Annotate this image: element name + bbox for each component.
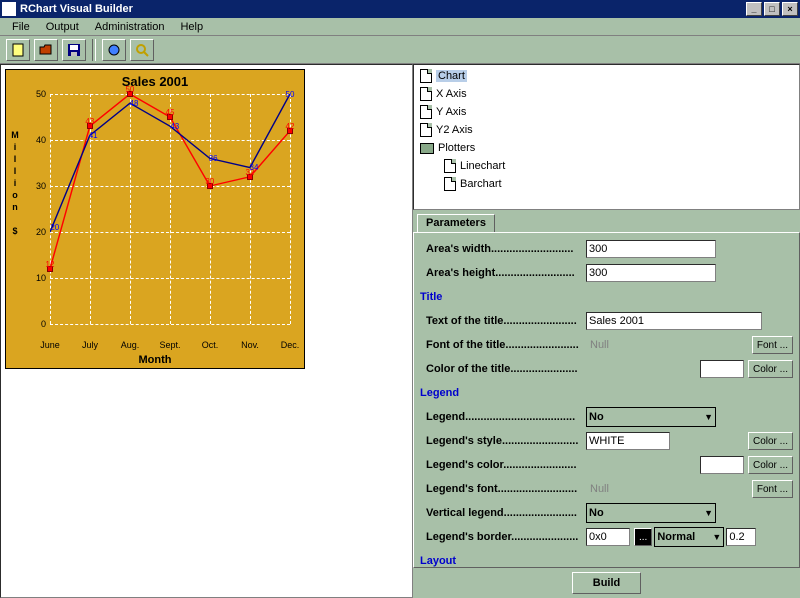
title-color-swatch[interactable]	[700, 360, 744, 378]
x-axis-label: Month	[6, 354, 304, 366]
legend-font-label: Legend's font..........................	[420, 483, 584, 495]
chart-preview: Sales 2001 Million $ 12 43 50 45 30 32 4…	[5, 69, 305, 369]
close-button[interactable]: ×	[782, 2, 798, 16]
vertical-legend-label: Vertical legend........................	[420, 507, 584, 519]
title-font-button[interactable]: Font ...	[752, 336, 793, 354]
legend-border-input[interactable]	[586, 528, 630, 546]
legend-border-style-select[interactable]: Normal	[654, 527, 724, 547]
legend-label: Legend..................................…	[420, 411, 584, 423]
title-section: Title	[420, 291, 584, 303]
minimize-button[interactable]: _	[746, 2, 762, 16]
save-button[interactable]	[62, 39, 86, 61]
chart-title: Sales 2001	[6, 70, 304, 89]
folder-icon	[420, 143, 434, 154]
menu-file[interactable]: File	[4, 21, 38, 33]
legend-style-input[interactable]	[586, 432, 670, 450]
document-icon	[444, 177, 456, 191]
area-width-input[interactable]	[586, 240, 716, 258]
legend-border-label: Legend's border......................	[420, 531, 584, 543]
tree-item-chart[interactable]: Chart	[416, 67, 797, 85]
build-bar: Build	[413, 568, 800, 598]
maximize-button[interactable]: □	[764, 2, 780, 16]
legend-section: Legend	[420, 387, 584, 399]
legend-border-width-input[interactable]	[726, 528, 756, 546]
build-button[interactable]: Build	[572, 572, 642, 594]
open-button[interactable]	[34, 39, 58, 61]
title-color-label: Color of the title......................	[420, 363, 584, 375]
toolbar	[0, 36, 800, 64]
chart-plot-area: 12 43 50 45 30 32 42 20 41 48 43 36 34 5…	[50, 94, 290, 324]
new-button[interactable]	[6, 39, 30, 61]
title-text-label: Text of the title.......................…	[420, 315, 584, 327]
legend-style-label: Legend's style.........................	[420, 435, 584, 447]
window-title: RChart Visual Builder	[20, 3, 744, 15]
parameters-panel: Area's width........................... …	[413, 232, 800, 568]
document-icon	[420, 123, 432, 137]
tree-item-linechart[interactable]: Linechart	[416, 157, 797, 175]
tree-view[interactable]: Chart X Axis Y Axis Y2 Axis Plotters Lin…	[413, 64, 800, 210]
area-height-input[interactable]	[586, 264, 716, 282]
toolbar-separator	[92, 39, 96, 61]
app-icon	[2, 2, 16, 16]
legend-style-color-button[interactable]: Color ...	[748, 432, 793, 450]
legend-color-label: Legend's color........................	[420, 459, 584, 471]
document-icon	[420, 69, 432, 83]
tree-item-plotters[interactable]: Plotters	[416, 139, 797, 157]
tree-item-barchart[interactable]: Barchart	[416, 175, 797, 193]
legend-font-button[interactable]: Font ...	[752, 480, 793, 498]
document-icon	[420, 105, 432, 119]
area-width-label: Area's width...........................	[420, 243, 584, 255]
tab-parameters[interactable]: Parameters	[417, 214, 495, 232]
menu-output[interactable]: Output	[38, 21, 87, 33]
legend-select[interactable]: No	[586, 407, 716, 427]
main-area: Sales 2001 Million $ 12 43 50 45 30 32 4…	[0, 64, 800, 598]
layout-section: Layout	[420, 555, 584, 567]
vertical-legend-select[interactable]: No	[586, 503, 716, 523]
title-text-input[interactable]	[586, 312, 762, 330]
legend-color-swatch[interactable]	[700, 456, 744, 474]
right-pane: Chart X Axis Y Axis Y2 Axis Plotters Lin…	[413, 64, 800, 598]
tab-strip: Parameters	[413, 210, 800, 232]
menu-bar: File Output Administration Help	[0, 18, 800, 36]
menu-administration[interactable]: Administration	[87, 21, 173, 33]
legend-border-picker[interactable]: ...	[634, 528, 652, 546]
tree-item-xaxis[interactable]: X Axis	[416, 85, 797, 103]
menu-help[interactable]: Help	[172, 21, 211, 33]
area-height-label: Area's height..........................	[420, 267, 584, 279]
title-font-label: Font of the title.......................…	[420, 339, 584, 351]
legend-color-button[interactable]: Color ...	[748, 456, 793, 474]
y-axis-label: Million $	[10, 130, 19, 238]
tree-item-yaxis[interactable]: Y Axis	[416, 103, 797, 121]
preview-button[interactable]	[130, 39, 154, 61]
document-icon	[420, 87, 432, 101]
title-color-button[interactable]: Color ...	[748, 360, 793, 378]
preview-pane: Sales 2001 Million $ 12 43 50 45 30 32 4…	[0, 64, 413, 598]
tree-item-y2axis[interactable]: Y2 Axis	[416, 121, 797, 139]
title-bar: RChart Visual Builder _ □ ×	[0, 0, 800, 18]
document-icon	[444, 159, 456, 173]
browser-button[interactable]	[102, 39, 126, 61]
